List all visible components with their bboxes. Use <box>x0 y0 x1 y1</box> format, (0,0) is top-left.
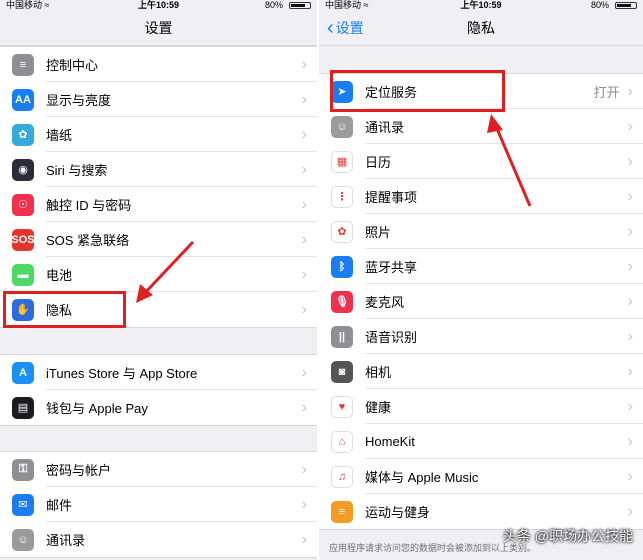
privacy-panel: 中国移动 ≈ 上午10:59 80% ‹ 设置 隐私 ➤ 定位服务 打开 › ☺ 通讯录 ›… <box>319 0 643 560</box>
settings-panel: 中国移动 ≈ 上午10:59 80% 设置 ≡ 控制中心 › AA 显示与亮度 › ✿ 墙纸 ›… <box>0 0 317 560</box>
red-arrow-location <box>487 114 532 207</box>
watermark: 头条 @职场办公技能 <box>502 528 633 544</box>
red-arrow-privacy <box>136 240 195 303</box>
